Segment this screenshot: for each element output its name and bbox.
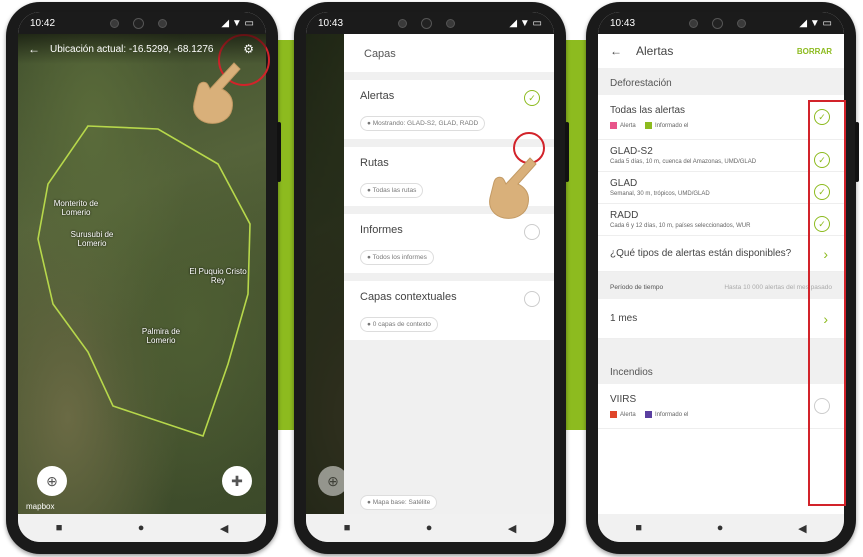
highlight-box xyxy=(808,100,846,506)
basemap-chip[interactable]: ● Mapa base: Satélite xyxy=(360,495,438,510)
legend-label: Alerta xyxy=(620,122,636,129)
pointing-hand-icon xyxy=(489,157,537,219)
phone-layers: 10:43 ◢ ▼ ▭ ⊕ Capas Alertas ✓ ● Mostrand… xyxy=(294,2,569,554)
android-nav-bar: ■ ● ◀ xyxy=(598,514,844,542)
recent-apps-icon[interactable]: ■ xyxy=(635,522,642,534)
period-value: 1 mes xyxy=(610,313,638,324)
check-icon[interactable]: ✓ xyxy=(524,90,540,106)
status-icons: ◢ ▼ ▭ xyxy=(509,17,542,29)
layer-chip[interactable]: ● Mostrando: GLAD-S2, GLAD, RADD xyxy=(360,116,486,131)
recent-apps-icon[interactable]: ■ xyxy=(56,522,63,534)
back-icon[interactable]: ◀ xyxy=(220,522,228,535)
status-bar: 10:42 ◢ ▼ ▭ xyxy=(18,12,266,34)
recent-apps-icon[interactable]: ■ xyxy=(344,522,351,534)
legend-swatch-pink xyxy=(610,122,617,129)
layer-title: Informes xyxy=(360,224,403,236)
legend-label: Informado el xyxy=(655,411,689,418)
locate-button[interactable]: ⊕ xyxy=(37,466,67,496)
row-title: RADD xyxy=(610,210,639,221)
home-icon[interactable]: ● xyxy=(426,522,433,534)
pointing-hand-icon xyxy=(193,62,241,124)
layer-title: Capas contextuales xyxy=(360,291,457,303)
row-subtitle: Cada 6 y 12 días, 10 m, países seleccion… xyxy=(610,223,751,229)
map-label: Surusubi de Lomerio xyxy=(70,230,114,248)
status-bar: 10:43 ◢ ▼ ▭ xyxy=(598,12,844,34)
android-nav-bar: ■ ● ◀ xyxy=(306,514,554,542)
row-title: VIIRS xyxy=(610,394,637,405)
layer-title: Alertas xyxy=(360,90,395,102)
android-nav-bar: ■ ● ◀ xyxy=(18,514,266,542)
chip-text: Mapa base: Satélite xyxy=(372,499,431,506)
back-arrow-icon[interactable]: ← xyxy=(28,42,40,56)
chip-text: 0 capas de contexto xyxy=(372,321,431,328)
phone-alerts: 10:43 ◢ ▼ ▭ ← Alertas BORRAR Deforestació… xyxy=(586,2,859,554)
current-location-text: Ubicación actual: -16.5299, -68.1276 xyxy=(50,43,214,55)
gear-icon[interactable]: ⚙ xyxy=(243,42,254,56)
mapbox-attribution: mapbox xyxy=(26,502,55,511)
radio-icon[interactable] xyxy=(524,224,540,240)
section-deforestation: Deforestación xyxy=(598,68,844,95)
home-icon[interactable]: ● xyxy=(717,522,724,534)
status-icons: ◢ ▼ ▭ xyxy=(799,17,832,29)
status-bar: 10:43 ◢ ▼ ▭ xyxy=(306,12,554,34)
status-time: 10:42 xyxy=(30,17,56,29)
clear-button[interactable]: BORRAR xyxy=(797,47,832,56)
alerts-header: ← Alertas BORRAR xyxy=(598,34,844,68)
back-icon[interactable]: ◀ xyxy=(508,522,516,535)
row-title: Todas las alertas xyxy=(610,105,686,116)
back-icon[interactable]: ◀ xyxy=(798,522,806,535)
pin-add-icon: ✚ xyxy=(231,472,243,489)
legend-swatch-green xyxy=(645,122,653,129)
layer-chip[interactable]: ● 0 capas de contexto xyxy=(360,317,438,332)
chip-text: Todas las rutas xyxy=(372,187,417,194)
crosshair-icon: ⊕ xyxy=(46,472,58,489)
row-title: GLAD-S2 xyxy=(610,146,653,157)
map-label: El Puquio Cristo Rey xyxy=(189,267,247,285)
layer-chip[interactable]: ● Todos los informes xyxy=(360,250,434,265)
crosshair-icon: ⊕ xyxy=(327,472,339,489)
period-label: Período de tiempo xyxy=(610,284,664,291)
status-time: 10:43 xyxy=(610,17,636,29)
row-title: ¿Qué tipos de alertas están disponibles? xyxy=(610,248,792,259)
add-pin-button[interactable]: ✚ xyxy=(222,466,252,496)
home-icon[interactable]: ● xyxy=(138,522,145,534)
layers-screen: 10:43 ◢ ▼ ▭ ⊕ Capas Alertas ✓ ● Mostrand… xyxy=(306,12,554,542)
layer-chip[interactable]: ● Todas las rutas xyxy=(360,183,424,198)
layer-contextual[interactable]: Capas contextuales ● 0 capas de contexto xyxy=(344,281,554,340)
legend: Alerta Informado el xyxy=(610,411,832,418)
radio-icon[interactable] xyxy=(524,291,540,307)
legend-label: Alerta xyxy=(620,411,636,418)
row-subtitle: Cada 5 días, 10 m, cuenca del Amazonas, … xyxy=(610,159,757,165)
row-title: GLAD xyxy=(610,178,638,189)
phone-map: 10:42 ◢ ▼ ▭ Monterito de Lomerio Surusub… xyxy=(6,2,281,554)
map-label: Monterito de Lomerio xyxy=(53,199,99,217)
layers-panel: Capas Alertas ✓ ● Mostrando: GLAD-S2, GL… xyxy=(344,34,554,514)
legend-label: Informado el xyxy=(655,122,689,129)
page-title: Alertas xyxy=(636,44,674,58)
map-top-bar: ← Ubicación actual: -16.5299, -68.1276 ⚙ xyxy=(18,34,266,64)
legend-swatch-purple xyxy=(645,411,653,418)
chip-text: Todos los informes xyxy=(372,254,427,261)
legend-swatch-red xyxy=(610,411,617,418)
row-subtitle: Semanal, 30 m, trópicos, UMD/GLAD xyxy=(610,191,710,197)
layer-alerts[interactable]: Alertas ✓ ● Mostrando: GLAD-S2, GLAD, RA… xyxy=(344,80,554,139)
panel-title: Capas xyxy=(344,34,554,72)
map-label: Palmira de Lomerio xyxy=(141,327,181,345)
chip-text: Mostrando: GLAD-S2, GLAD, RADD xyxy=(372,120,479,127)
back-arrow-icon[interactable]: ← xyxy=(610,44,622,58)
status-time: 10:43 xyxy=(318,17,344,29)
legend: Alerta Informado el xyxy=(610,122,832,129)
status-icons: ◢ ▼ ▭ xyxy=(221,17,254,29)
